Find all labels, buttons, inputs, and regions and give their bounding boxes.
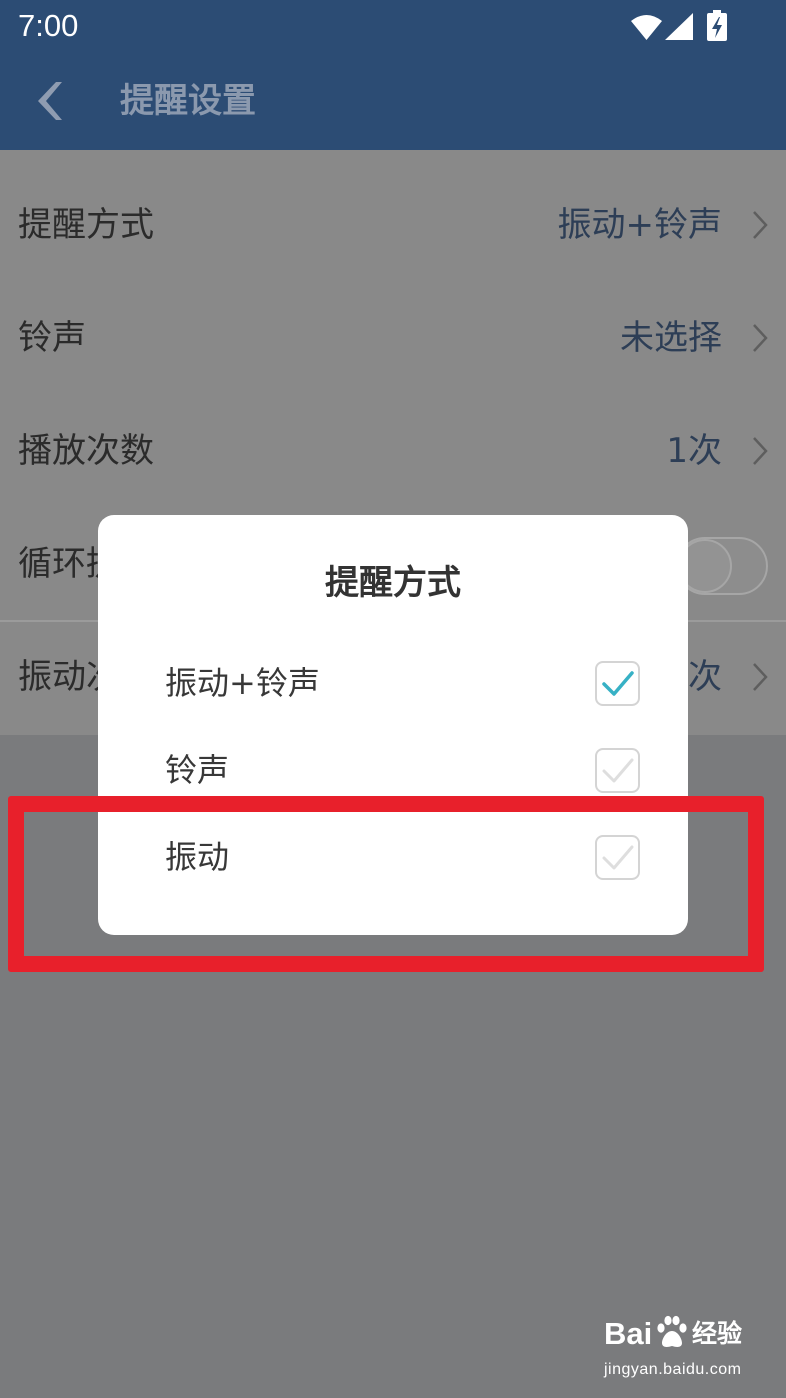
status-bar: 7:00 [0, 0, 786, 52]
annotation-highlight-box [8, 796, 764, 972]
status-time: 7:00 [18, 8, 79, 43]
watermark-brand-latin: Bai [604, 1316, 653, 1351]
option-checkbox[interactable] [595, 748, 640, 793]
checkmark-icon [602, 758, 634, 783]
watermark-url: jingyan.baidu.com [604, 1361, 742, 1378]
dialog-title: 提醒方式 [325, 563, 461, 603]
option-checkbox[interactable] [595, 661, 640, 706]
wifi-icon [631, 15, 662, 40]
baidu-paw-icon [657, 1315, 687, 1347]
checkmark-icon [602, 671, 634, 696]
watermark-brand-cn: 经验 [692, 1319, 743, 1348]
signal-icon [665, 13, 693, 40]
baidu-jingyan-watermark: Bai 经验 jingyan.baidu.com [600, 1310, 756, 1386]
option-vibrate-and-ring[interactable]: 振动+铃声 [98, 640, 688, 727]
option-label: 振动+铃声 [165, 664, 320, 702]
battery-charging-icon [707, 10, 727, 41]
